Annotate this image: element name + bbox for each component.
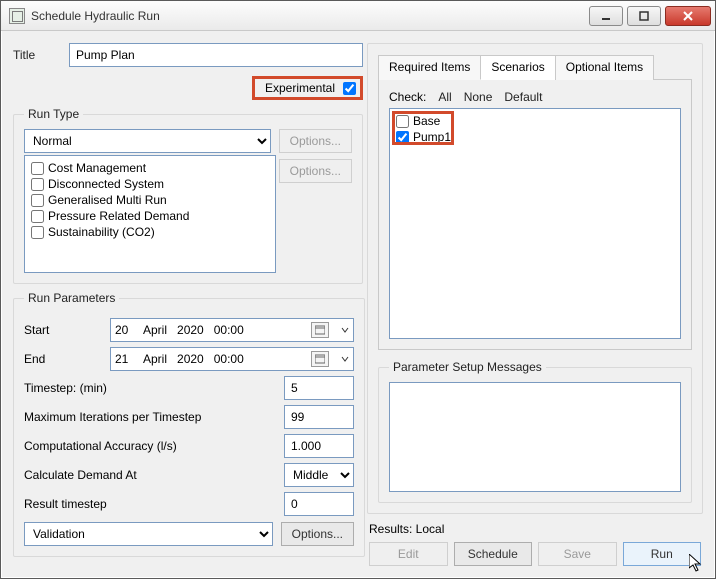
app-icon <box>9 8 25 24</box>
calendar-icon[interactable] <box>311 351 329 367</box>
experimental-checkbox[interactable] <box>343 82 356 95</box>
calcdemand-select[interactable]: Middle <box>284 463 354 487</box>
end-label: End <box>24 352 110 366</box>
check-all[interactable]: All <box>438 90 451 104</box>
dt-day[interactable]: 20 <box>115 323 133 337</box>
run-parameters-group: Run Parameters Start 20 April 2020 00:00 <box>13 291 365 557</box>
tab-label: Required Items <box>389 60 470 74</box>
tab-required-items[interactable]: Required Items <box>378 55 481 80</box>
dt-day[interactable]: 21 <box>115 352 133 366</box>
run-parameters-legend: Run Parameters <box>24 291 119 305</box>
scenario-base-checkbox[interactable] <box>396 115 409 128</box>
tab-optional-items[interactable]: Optional Items <box>555 55 654 80</box>
check-cost-management[interactable] <box>31 162 44 175</box>
scenario-item-label: Base <box>413 113 440 129</box>
check-label: Generalised Multi Run <box>48 192 167 208</box>
run-button[interactable]: Run <box>623 542 702 566</box>
dt-month[interactable]: April <box>143 352 167 366</box>
result-ts-input[interactable] <box>284 492 354 516</box>
dt-year[interactable]: 2020 <box>177 352 204 366</box>
title-label: Title <box>13 48 61 62</box>
start-datetime[interactable]: 20 April 2020 00:00 <box>110 318 354 342</box>
messages-legend: Parameter Setup Messages <box>389 360 546 374</box>
check-generalised-multi-run[interactable] <box>31 194 44 207</box>
scenarios-panel: Check: All None Default Base Pump1 <box>378 80 692 350</box>
end-datetime[interactable]: 21 April 2020 00:00 <box>110 347 354 371</box>
chevron-down-icon[interactable] <box>341 352 349 366</box>
experimental-label: Experimental <box>265 81 335 95</box>
tab-label: Optional Items <box>566 60 643 74</box>
results-label: Results: Local <box>369 522 444 536</box>
check-label: Pressure Related Demand <box>48 208 189 224</box>
check-label: Cost Management <box>48 160 146 176</box>
tab-scenarios[interactable]: Scenarios <box>480 55 555 80</box>
result-ts-label: Result timestep <box>24 497 284 511</box>
check-label: Disconnected System <box>48 176 164 192</box>
check-label: Sustainability (CO2) <box>48 224 155 240</box>
dt-time[interactable]: 00:00 <box>214 323 244 337</box>
calendar-icon[interactable] <box>311 322 329 338</box>
runtype-legend: Run Type <box>24 107 83 121</box>
timestep-label: Timestep: (min) <box>24 381 284 395</box>
params-options-button[interactable]: Options... <box>281 522 354 546</box>
runtype-checklist: Cost Management Disconnected System Gene… <box>24 155 276 273</box>
maxiter-label: Maximum Iterations per Timestep <box>24 410 284 424</box>
runtype-group: Run Type Normal Options... Options... Co… <box>13 107 363 284</box>
tab-label: Scenarios <box>491 60 544 74</box>
schedule-button[interactable]: Schedule <box>454 542 533 566</box>
runtype-options1-button[interactable]: Options... <box>279 129 352 153</box>
title-input[interactable] <box>69 43 363 67</box>
check-none[interactable]: None <box>464 90 493 104</box>
dt-month[interactable]: April <box>143 323 167 337</box>
save-button[interactable]: Save <box>538 542 617 566</box>
check-label: Check: <box>389 90 426 104</box>
scenario-pump1-checkbox[interactable] <box>396 131 409 144</box>
runtype-options2-button[interactable]: Options... <box>279 159 352 183</box>
tabs: Required Items Scenarios Optional Items <box>378 54 692 80</box>
window-title: Schedule Hydraulic Run <box>31 9 589 23</box>
experimental-highlight: Experimental <box>252 76 363 100</box>
edit-button[interactable]: Edit <box>369 542 448 566</box>
accuracy-input[interactable] <box>284 434 354 458</box>
maximize-button[interactable] <box>627 6 661 26</box>
calcdemand-label: Calculate Demand At <box>24 468 284 482</box>
check-disconnected-system[interactable] <box>31 178 44 191</box>
start-label: Start <box>24 323 110 337</box>
scenario-item-label: Pump1 <box>413 129 451 145</box>
accuracy-label: Computational Accuracy (l/s) <box>24 439 284 453</box>
dt-time[interactable]: 00:00 <box>214 352 244 366</box>
timestep-input[interactable] <box>284 376 354 400</box>
messages-group: Parameter Setup Messages <box>378 360 692 503</box>
minimize-button[interactable] <box>589 6 623 26</box>
messages-box <box>389 382 681 492</box>
check-pressure-related-demand[interactable] <box>31 210 44 223</box>
check-sustainability-co2[interactable] <box>31 226 44 239</box>
scenario-list: Base Pump1 <box>389 108 681 339</box>
runtype-select[interactable]: Normal <box>24 129 271 153</box>
check-default[interactable]: Default <box>504 90 542 104</box>
titlebar: Schedule Hydraulic Run <box>1 1 715 31</box>
close-button[interactable] <box>665 6 711 26</box>
maxiter-input[interactable] <box>284 405 354 429</box>
validation-select[interactable]: Validation <box>24 522 273 546</box>
dt-year[interactable]: 2020 <box>177 323 204 337</box>
chevron-down-icon[interactable] <box>341 323 349 337</box>
